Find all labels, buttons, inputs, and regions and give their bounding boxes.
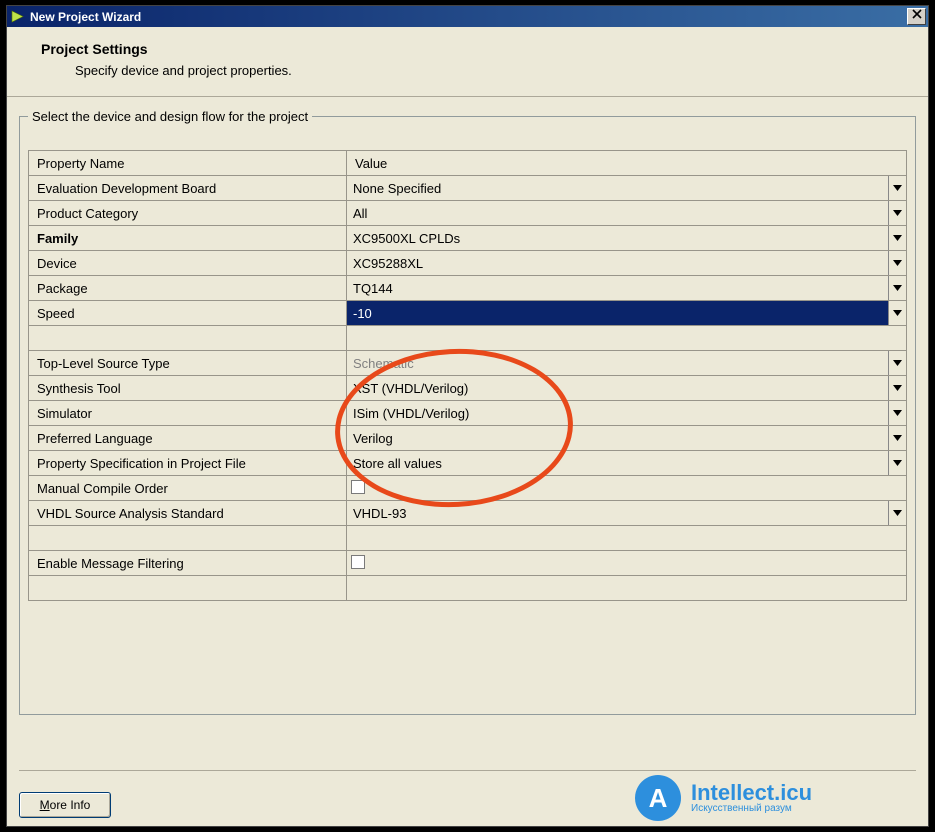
col-value: Value (347, 151, 907, 176)
property-value[interactable] (347, 476, 907, 501)
property-label: Family (29, 226, 347, 251)
dropdown-text[interactable]: VHDL-93 (347, 501, 888, 525)
window-title: New Project Wizard (30, 10, 907, 24)
close-button[interactable] (907, 8, 926, 25)
table-row: Evaluation Development BoardNone Specifi… (29, 176, 907, 201)
table-header-row: Property Name Value (29, 151, 907, 176)
groupbox-legend: Select the device and design flow for th… (28, 109, 312, 124)
more-info-button[interactable]: More Info (19, 792, 111, 818)
table-row: Speed-10 (29, 301, 907, 326)
spacer-row (29, 526, 907, 551)
device-groupbox: Select the device and design flow for th… (19, 109, 916, 715)
dropdown-text[interactable]: Schematic (347, 351, 888, 375)
table-row: Top-Level Source TypeSchematic (29, 351, 907, 376)
table-row: Enable Message Filtering (29, 551, 907, 576)
chevron-down-icon[interactable] (888, 401, 906, 425)
checkbox[interactable] (351, 480, 365, 494)
table-row: PackageTQ144 (29, 276, 907, 301)
chevron-down-icon[interactable] (888, 351, 906, 375)
page-title: Project Settings (41, 41, 928, 57)
chevron-down-icon[interactable] (888, 276, 906, 300)
dropdown-text[interactable]: None Specified (347, 176, 888, 200)
spacer-row (29, 576, 907, 601)
table-row: Property Specification in Project FileSt… (29, 451, 907, 476)
property-label: Synthesis Tool (29, 376, 347, 401)
dropdown-text[interactable]: Verilog (347, 426, 888, 450)
property-label: Top-Level Source Type (29, 351, 347, 376)
page-subtitle: Specify device and project properties. (75, 63, 928, 78)
property-value[interactable]: TQ144 (347, 276, 907, 301)
checkbox[interactable] (351, 555, 365, 569)
property-value[interactable]: XC95288XL (347, 251, 907, 276)
property-value[interactable]: All (347, 201, 907, 226)
dropdown-text[interactable]: ISim (VHDL/Verilog) (347, 401, 888, 425)
property-value[interactable] (347, 551, 907, 576)
table-row: VHDL Source Analysis StandardVHDL-93 (29, 501, 907, 526)
property-label: Simulator (29, 401, 347, 426)
dropdown-text[interactable]: XC9500XL CPLDs (347, 226, 888, 250)
table-row: SimulatorISim (VHDL/Verilog) (29, 401, 907, 426)
titlebar: New Project Wizard (7, 6, 928, 27)
property-label: Evaluation Development Board (29, 176, 347, 201)
property-label: Preferred Language (29, 426, 347, 451)
property-label: VHDL Source Analysis Standard (29, 501, 347, 526)
property-label: Package (29, 276, 347, 301)
chevron-down-icon[interactable] (888, 451, 906, 475)
table-row: Preferred LanguageVerilog (29, 426, 907, 451)
property-value[interactable]: XST (VHDL/Verilog) (347, 376, 907, 401)
chevron-down-icon[interactable] (888, 251, 906, 275)
table-row: Product CategoryAll (29, 201, 907, 226)
dropdown-text[interactable]: TQ144 (347, 276, 888, 300)
property-value[interactable]: Verilog (347, 426, 907, 451)
chevron-down-icon[interactable] (888, 226, 906, 250)
property-label: Property Specification in Project File (29, 451, 347, 476)
property-value[interactable]: None Specified (347, 176, 907, 201)
property-value[interactable]: VHDL-93 (347, 501, 907, 526)
property-value[interactable]: Store all values (347, 451, 907, 476)
property-table: Property Name Value Evaluation Developme… (28, 150, 907, 601)
spacer-row (29, 326, 907, 351)
chevron-down-icon[interactable] (888, 376, 906, 400)
property-label: Product Category (29, 201, 347, 226)
wizard-window: New Project Wizard Project Settings Spec… (6, 5, 929, 827)
property-value[interactable]: ISim (VHDL/Verilog) (347, 401, 907, 426)
property-label: Device (29, 251, 347, 276)
wizard-header: Project Settings Specify device and proj… (7, 27, 928, 97)
wizard-body: Select the device and design flow for th… (7, 97, 928, 826)
dropdown-text[interactable]: -10 (347, 301, 888, 325)
dropdown-text[interactable]: All (347, 201, 888, 225)
property-label: Manual Compile Order (29, 476, 347, 501)
dropdown-text[interactable]: XST (VHDL/Verilog) (347, 376, 888, 400)
property-label: Enable Message Filtering (29, 551, 347, 576)
chevron-down-icon[interactable] (888, 426, 906, 450)
col-property-name: Property Name (29, 151, 347, 176)
chevron-down-icon[interactable] (888, 301, 906, 325)
app-icon (10, 9, 25, 24)
table-row: FamilyXC9500XL CPLDs (29, 226, 907, 251)
property-value[interactable]: Schematic (347, 351, 907, 376)
property-label: Speed (29, 301, 347, 326)
table-row: Synthesis ToolXST (VHDL/Verilog) (29, 376, 907, 401)
dropdown-text[interactable]: XC95288XL (347, 251, 888, 275)
wizard-footer: More Info (19, 770, 916, 818)
chevron-down-icon[interactable] (888, 201, 906, 225)
dropdown-text[interactable]: Store all values (347, 451, 888, 475)
chevron-down-icon[interactable] (888, 501, 906, 525)
chevron-down-icon[interactable] (888, 176, 906, 200)
table-row: Manual Compile Order (29, 476, 907, 501)
property-value[interactable]: XC9500XL CPLDs (347, 226, 907, 251)
table-row: DeviceXC95288XL (29, 251, 907, 276)
property-value[interactable]: -10 (347, 301, 907, 326)
